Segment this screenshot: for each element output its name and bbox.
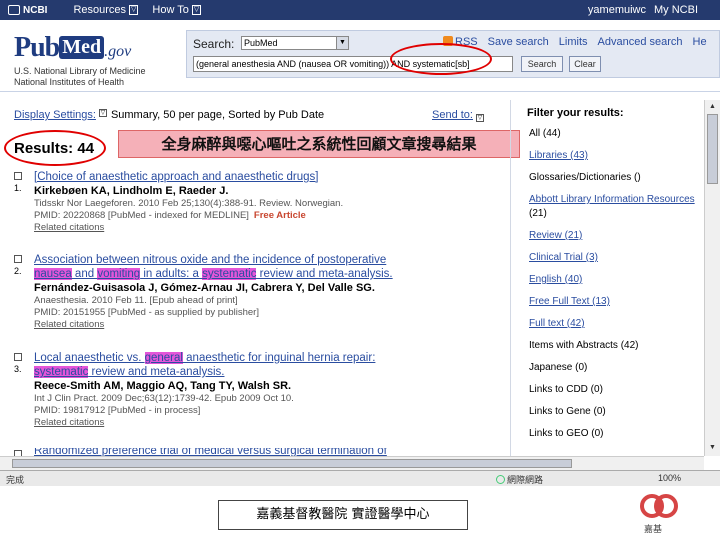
hospital-logo: 嘉基 [636, 492, 684, 538]
database-select[interactable]: PubMed ▼ [241, 36, 349, 50]
filter-review[interactable]: Review (21) [529, 229, 716, 243]
ncbi-logo-icon [8, 5, 20, 15]
filter-full-text[interactable]: Full text (42) [529, 317, 716, 331]
result-authors: Kirkebøen KA, Lindholm E, Raeder J. [34, 185, 229, 197]
display-settings-bar: Display Settings: ▽ Summary, 50 per page… [14, 109, 494, 122]
filter-list: All (44) Libraries (43) Glossaries/Dicti… [519, 127, 716, 441]
topbar-menu: Resources ▽ How To ▽ [73, 4, 202, 16]
result-source: Tidsskr Nor Laegeforen. 2010 Feb 25;130(… [34, 198, 344, 209]
result-checkbox[interactable] [14, 172, 22, 180]
hospital-logo-icon [640, 494, 678, 518]
filter-links-gene[interactable]: Links to Gene (0) [529, 405, 716, 419]
hospital-logo-caption: 嘉基 [644, 525, 663, 535]
result-pmid: PMID: 20151955 [PubMed - as supplied by … [34, 307, 259, 318]
limits-link[interactable]: Limits [559, 36, 588, 48]
vertical-scrollbar[interactable]: ▲ ▼ [704, 100, 720, 456]
scroll-down-icon[interactable]: ▼ [707, 442, 718, 453]
result-title-link[interactable]: [Choice of anaesthetic approach and anae… [34, 170, 490, 184]
result-title-link[interactable]: Association between nitrous oxide and th… [34, 253, 490, 281]
result-pmid: PMID: 20220868 [PubMed - indexed for MED… [34, 210, 306, 221]
result-item: Randomized preference trial of medical v… [14, 448, 490, 456]
result-item: 1. [Choice of anaesthetic approach and a… [14, 170, 490, 234]
scroll-up-icon[interactable]: ▲ [707, 101, 718, 112]
send-to-menu[interactable]: Send to: ▽ [432, 109, 488, 122]
horizontal-scrollbar[interactable] [0, 456, 704, 470]
filter-english[interactable]: English (40) [529, 273, 716, 287]
result-number: 3. [14, 364, 22, 374]
filter-all[interactable]: All (44) [529, 127, 716, 141]
status-text: 完成 [6, 475, 25, 485]
globe-icon [496, 475, 505, 484]
annotation-ellipse-query [390, 43, 492, 75]
scrollbar-thumb[interactable] [12, 459, 572, 468]
save-search-link[interactable]: Save search [488, 36, 549, 48]
free-article-link[interactable]: Free Article [254, 210, 306, 221]
resources-menu[interactable]: Resources ▽ [73, 4, 139, 16]
chevron-down-icon: ▼ [336, 37, 348, 49]
chevron-down-icon: ▽ [191, 5, 202, 15]
chevron-down-icon[interactable]: ▽ [98, 109, 107, 117]
pubmed-header: Pub Med .gov U.S. National Library of Medi… [0, 20, 720, 92]
nlm-caption: U.S. National Library of Medicine Nation… [14, 66, 146, 87]
help-link[interactable]: He [693, 36, 707, 48]
filter-clinical-trial[interactable]: Clinical Trial (3) [529, 251, 716, 265]
result-item: 2. Association between nitrous oxide and… [14, 253, 490, 331]
display-settings-link[interactable]: Display Settings: [14, 109, 96, 121]
annotation-ellipse-results [4, 130, 106, 166]
zoom-level[interactable]: 100% [658, 473, 681, 483]
filter-links-cdd[interactable]: Links to CDD (0) [529, 383, 716, 397]
filter-abstracts[interactable]: Items with Abstracts (42) [529, 339, 716, 353]
related-citations-link[interactable]: Related citations [34, 417, 490, 429]
my-ncbi-link[interactable]: My NCBI [654, 4, 698, 16]
ncbi-logo[interactable]: NCBI [8, 5, 47, 16]
filter-free-full-text[interactable]: Free Full Text (13) [529, 295, 716, 309]
chevron-down-icon: ▽ [129, 5, 139, 15]
result-source: Anaesthesia. 2010 Feb 11. [Epub ahead of… [34, 295, 238, 306]
related-citations-link[interactable]: Related citations [34, 319, 490, 331]
search-button[interactable]: Search [521, 56, 563, 72]
search-links: RSS Save search Limits Advanced search H… [443, 36, 707, 48]
pubmed-logo[interactable]: Pub Med .gov U.S. National Library of Medi… [14, 32, 146, 88]
result-number: 2. [14, 266, 22, 276]
howto-menu[interactable]: How To ▽ [152, 4, 202, 16]
ncbi-topbar: NCBI Resources ▽ How To ▽ yamemuiwc My NCB… [0, 0, 720, 20]
result-source: Int J Clin Pract. 2009 Dec;63(12):1739-4… [34, 393, 294, 404]
filter-links-geo[interactable]: Links to GEO (0) [529, 427, 716, 441]
filter-glossaries[interactable]: Glossaries/Dictionaries () [529, 171, 716, 185]
display-summary: Summary, 50 per page, Sorted by Pub Date [110, 109, 325, 121]
filter-sidebar: Filter your results: All (44) Libraries … [510, 100, 716, 456]
footer-label: 嘉義基督教醫院 實證醫學中心 [218, 500, 468, 530]
result-authors: Reece-Smith AM, Maggio AQ, Tang TY, Wals… [34, 380, 292, 392]
user-area: yamemuiwc My NCBI [588, 4, 698, 16]
browser-status-bar: 完成 網際網路 100% [0, 470, 720, 486]
annotation-banner: 全身麻醉與噁心嘔吐之系統性回顧文章搜尋結果 [118, 130, 520, 158]
result-checkbox[interactable] [14, 353, 22, 361]
result-checkbox[interactable] [14, 255, 22, 263]
advanced-search-link[interactable]: Advanced search [598, 36, 683, 48]
chevron-down-icon: ▽ [475, 114, 484, 122]
filter-heading: Filter your results: [527, 107, 624, 119]
result-pmid: PMID: 19817912 [PubMed - in process] [34, 405, 201, 416]
result-item: 3. Local anaesthetic vs. general anaesth… [14, 351, 490, 429]
username: yamemuiwc [587, 4, 646, 16]
status-zone: 網際網路 [496, 473, 543, 486]
filter-japanese[interactable]: Japanese (0) [529, 361, 716, 375]
search-label: Search: [193, 37, 235, 51]
filter-abbott-count: (21) [529, 208, 547, 219]
result-authors: Fernández-Guisasola J, Gómez-Arnau JI, C… [34, 282, 375, 294]
result-number: 1. [14, 183, 22, 193]
related-citations-link[interactable]: Related citations [34, 222, 490, 234]
result-title-link[interactable]: Local anaesthetic vs. general anaestheti… [34, 351, 490, 379]
clear-button[interactable]: Clear [569, 56, 601, 72]
scrollbar-thumb[interactable] [707, 114, 718, 184]
filter-libraries[interactable]: Libraries (43) [529, 149, 716, 163]
result-title-link[interactable]: Randomized preference trial of medical v… [34, 448, 490, 456]
filter-abbott-library[interactable]: Abbott Library Information Resources [529, 193, 716, 207]
